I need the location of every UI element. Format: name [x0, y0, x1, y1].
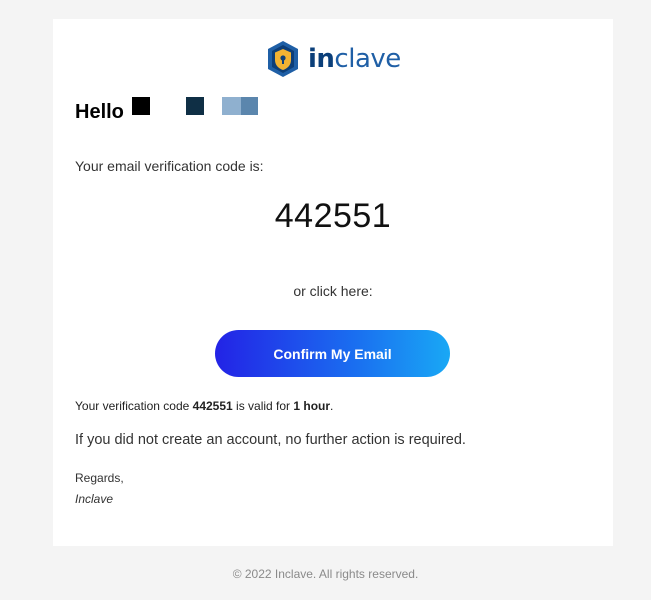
redacted-name-block	[241, 97, 258, 115]
email-card: inclave Hello Your email verification co…	[53, 19, 613, 546]
validity-duration: 1 hour	[293, 399, 331, 413]
intro-text: Your email verification code is:	[75, 158, 264, 174]
validity-suffix: .	[330, 399, 334, 413]
validity-prefix: Your verification code	[75, 399, 193, 413]
regards-text: Regards,	[75, 471, 124, 485]
greeting: Hello	[75, 99, 124, 124]
validity-middle: is valid for	[232, 399, 294, 413]
signature-text: Inclave	[75, 492, 114, 506]
confirm-email-button[interactable]: Confirm My Email	[215, 330, 450, 377]
inclave-logo: inclave	[266, 40, 401, 78]
no-action-text: If you did not create an account, no fur…	[75, 432, 466, 448]
footer-copyright: © 2022 Inclave. All rights reserved.	[232, 567, 419, 581]
validity-code: 442551	[192, 399, 233, 413]
verification-code: 442551	[274, 197, 392, 235]
shield-lock-icon	[266, 40, 300, 78]
or-click-text: or click here:	[293, 283, 373, 299]
logo-wordmark: inclave	[308, 44, 401, 74]
validity-note: Your verification code 442551 is valid f…	[75, 399, 333, 413]
redacted-name-block	[186, 97, 204, 115]
redacted-name-block	[132, 97, 150, 115]
redacted-name-block	[222, 97, 241, 115]
greeting-label: Hello	[75, 101, 124, 123]
